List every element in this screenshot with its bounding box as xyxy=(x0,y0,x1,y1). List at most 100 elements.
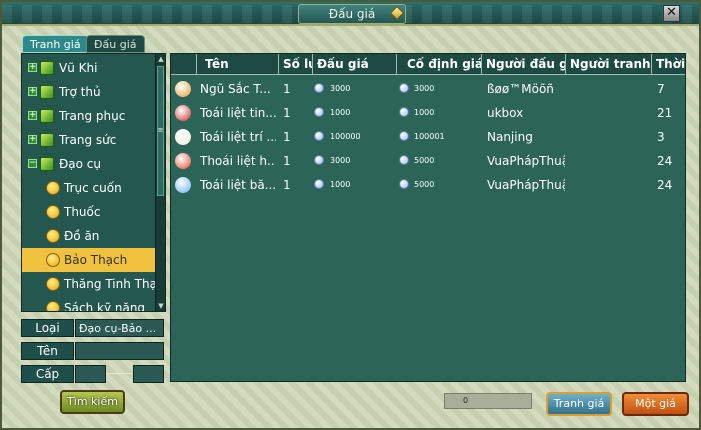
header-bid-price[interactable]: Đấu giá xyxy=(313,54,397,75)
scroll-up-icon[interactable]: ▲ xyxy=(156,54,166,64)
category-label: Trang sức xyxy=(59,133,117,147)
fixed-coin-icon xyxy=(399,83,409,93)
fixed-coin-icon xyxy=(399,107,409,117)
subcategory-item[interactable]: Bảo Thạch xyxy=(22,248,155,272)
subcategory-item[interactable]: Sách kỹ năng xyxy=(22,296,155,311)
scroll-down-icon[interactable]: ▼ xyxy=(156,301,166,311)
close-button[interactable]: ✕ xyxy=(663,5,680,22)
bid-price: 3000 xyxy=(330,84,351,93)
subcategory-label: Thăng Tinh Thạch xyxy=(64,277,155,291)
item-quantity: 1 xyxy=(283,106,291,120)
item-quantity: 1 xyxy=(283,154,291,168)
expand-toggle-icon[interactable]: + xyxy=(28,111,37,120)
header-seller[interactable]: Người đấu g xyxy=(482,54,566,75)
subcategory-label: Thuốc xyxy=(64,205,101,219)
scroll-grip-icon: ≡ xyxy=(157,126,164,134)
bidder-name xyxy=(570,124,650,150)
auction-table: Tên Số lư Đấu giá Cố định giá Người đấu … xyxy=(170,53,686,382)
smiley-icon xyxy=(46,253,60,267)
subcategory-item[interactable]: Trục cuốn xyxy=(22,176,155,200)
window-title: Đấu giá xyxy=(298,4,406,24)
fixed-price: 3000 xyxy=(414,84,435,93)
balance-display: 0 xyxy=(444,393,532,409)
table-row[interactable]: Toái liệt tin... 1 1000 1000 ukbox 21 xyxy=(171,100,685,126)
category-label: Trợ thủ xyxy=(59,85,101,99)
category-item[interactable]: − Đạo cụ xyxy=(22,152,155,176)
item-quantity: 1 xyxy=(283,82,291,96)
bid-button[interactable]: Tranh giá xyxy=(546,392,612,416)
fixed-price: 5000 xyxy=(414,180,435,189)
item-quantity: 1 xyxy=(283,130,291,144)
buy-now-button[interactable]: Một giá xyxy=(622,392,689,416)
bidder-name xyxy=(570,100,650,126)
subcategory-item[interactable]: Thăng Tinh Thạch xyxy=(22,272,155,296)
category-item[interactable]: + Vũ Khi xyxy=(22,56,155,80)
expand-toggle-icon[interactable]: + xyxy=(28,135,37,144)
book-icon xyxy=(40,109,54,123)
time-left: 21 xyxy=(657,106,673,120)
fixed-coin-icon xyxy=(399,155,409,165)
book-icon xyxy=(40,157,54,171)
search-button[interactable]: Tìm kiếm xyxy=(60,390,125,414)
book-icon xyxy=(40,61,54,75)
item-name: Ngũ Sắc T... xyxy=(200,82,271,96)
category-item[interactable]: + Trợ thủ xyxy=(22,80,155,104)
bid-coin-icon xyxy=(314,131,324,141)
time-left: 3 xyxy=(657,130,665,144)
level-min-input[interactable] xyxy=(75,365,106,383)
subcategory-label: Trục cuốn xyxy=(64,181,122,195)
header-fixed-price[interactable]: Cố định giá xyxy=(397,54,482,75)
name-input[interactable] xyxy=(75,342,164,360)
bid-price: 1000 xyxy=(330,108,351,117)
bidder-name xyxy=(570,172,650,198)
seller-name: VuaPhápThuậ xyxy=(487,154,565,168)
bidder-name xyxy=(570,76,650,102)
category-tree: + Vũ Khi + Trợ thủ + Trang phục + Trang sức − Đạo… xyxy=(22,54,155,311)
tab-bid[interactable]: Tranh giá xyxy=(22,35,89,53)
item-name: Toái liệt bă... xyxy=(200,178,276,192)
table-row[interactable]: Toái liệt bă... 1 1000 5000 VuaPhápThuậ 24 xyxy=(171,172,685,198)
smiley-icon xyxy=(46,205,60,219)
expand-toggle-icon[interactable]: + xyxy=(28,63,37,72)
tab-auction[interactable]: Đấu giá xyxy=(86,35,145,53)
subcategory-label: Sách kỹ năng xyxy=(64,301,146,311)
expand-toggle-icon[interactable]: − xyxy=(28,159,37,168)
fixed-coin-icon xyxy=(399,131,409,141)
table-row[interactable]: Ngũ Sắc T... 1 3000 3000 ßøø™Möõñ 7 xyxy=(171,76,685,102)
header-name[interactable]: Tên xyxy=(197,54,279,75)
category-scrollbar[interactable]: ▲ ≡ ▼ xyxy=(155,54,165,311)
bid-coin-icon xyxy=(314,155,324,165)
item-quantity: 1 xyxy=(283,178,291,192)
bid-coin-icon xyxy=(314,83,324,93)
bid-coin-icon xyxy=(314,179,324,189)
smiley-icon xyxy=(46,277,60,291)
seller-name: Nanjing xyxy=(487,130,533,144)
smiley-icon xyxy=(46,181,60,195)
smiley-icon xyxy=(46,301,60,311)
category-panel: + Vũ Khi + Trợ thủ + Trang phục + Trang sức − Đạo… xyxy=(21,53,166,312)
white-gem-icon xyxy=(175,129,191,145)
book-icon xyxy=(40,133,54,147)
item-name: Thoái liệt h... xyxy=(200,154,276,168)
header-quantity[interactable]: Số lư xyxy=(279,54,313,75)
type-select[interactable]: Đạo cụ-Bảo ... xyxy=(75,319,164,337)
header-time[interactable]: Thời xyxy=(652,54,685,75)
subcategory-item[interactable]: Đồ ăn xyxy=(22,224,155,248)
ice-gem-icon xyxy=(175,177,191,193)
auction-window: Đấu giá ✕ Tranh giá Đấu giá + Vũ Khi + Trợ … xyxy=(0,0,701,430)
title-bar: Đấu giá ✕ xyxy=(2,2,699,26)
category-label: Trang phục xyxy=(59,109,126,123)
header-bidder[interactable]: Người tranh xyxy=(566,54,652,75)
table-row[interactable]: Toái liệt trí ... 1 100000 100001 Nanjing 3 xyxy=(171,124,685,150)
bid-price: 100000 xyxy=(330,132,361,141)
time-left: 24 xyxy=(657,178,673,192)
book-icon xyxy=(40,85,54,99)
category-item[interactable]: + Trang sức xyxy=(22,128,155,152)
category-item[interactable]: + Trang phục xyxy=(22,104,155,128)
category-label: Vũ Khi xyxy=(59,61,98,75)
level-label: Cấp xyxy=(21,365,74,383)
level-max-input[interactable] xyxy=(133,365,164,383)
subcategory-item[interactable]: Thuốc xyxy=(22,200,155,224)
table-row[interactable]: Thoái liệt h... 1 3000 5000 VuaPhápThuậ 24 xyxy=(171,148,685,174)
expand-toggle-icon[interactable]: + xyxy=(28,87,37,96)
